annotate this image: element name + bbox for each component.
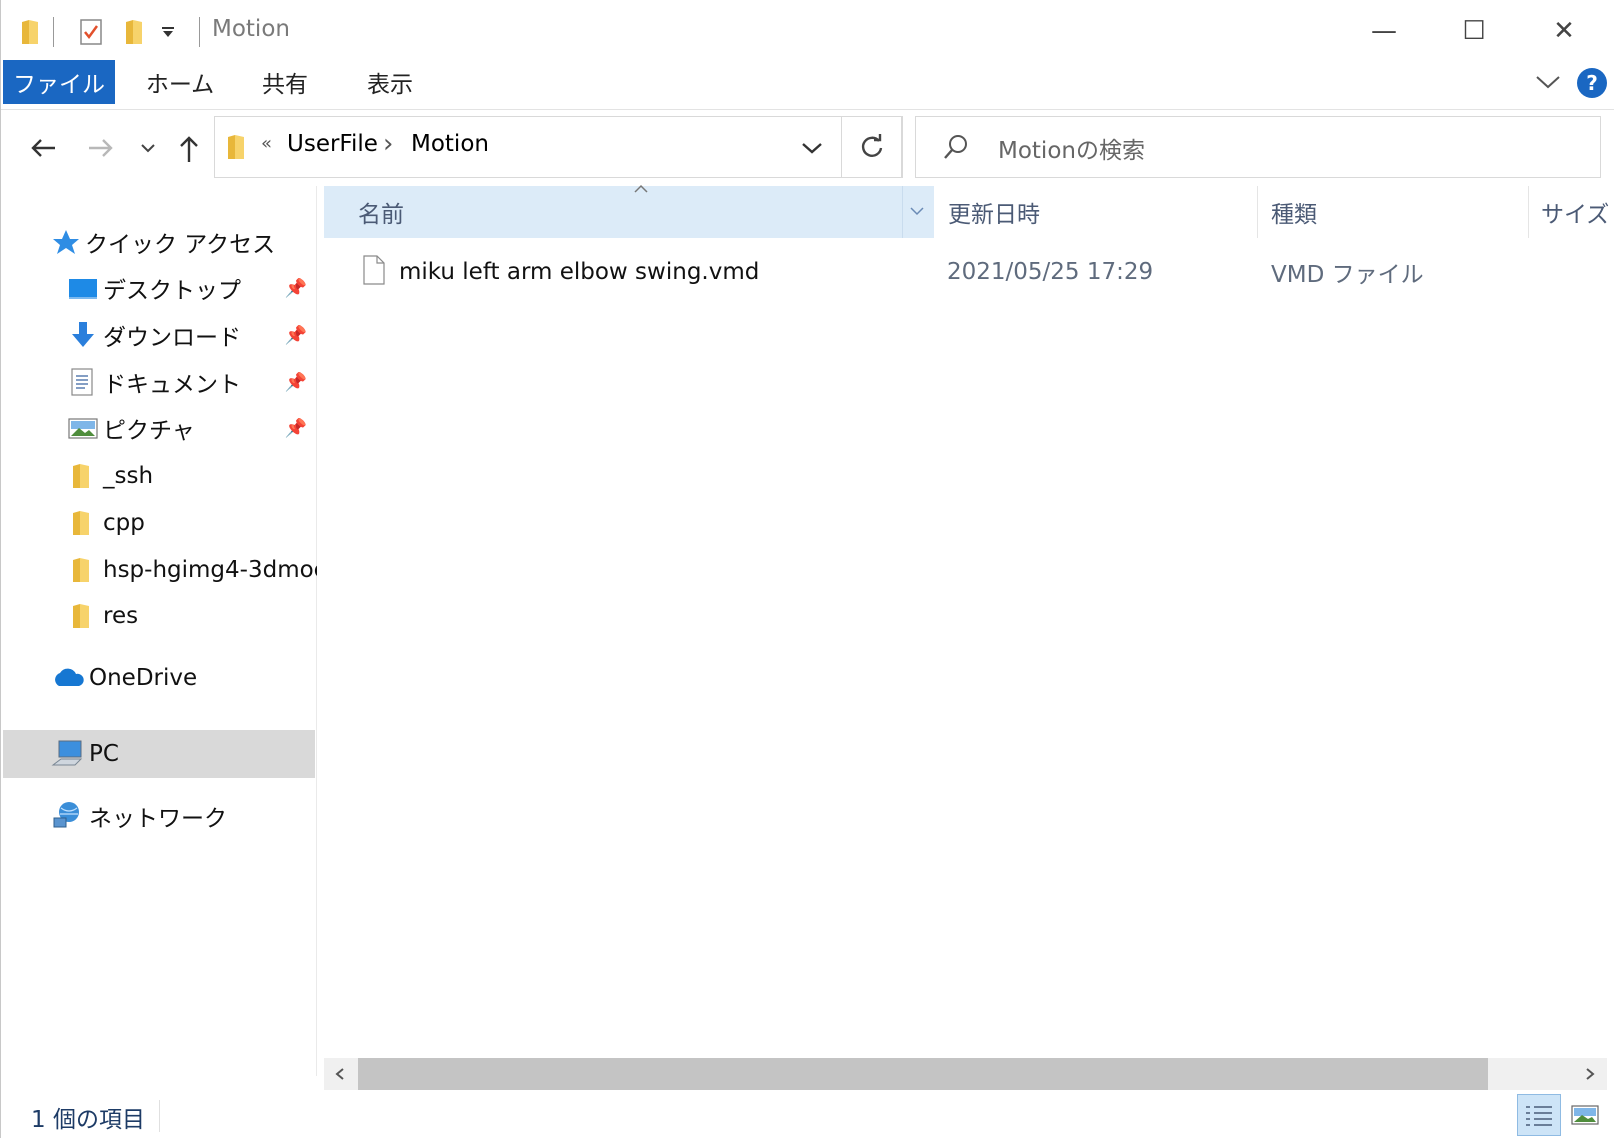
computer-icon [51,740,83,766]
help-icon[interactable]: ? [1577,68,1607,98]
column-name-label: 名前 [358,202,404,228]
sidebar-item-label: hsp-hgimg4-3dmoc [103,557,317,583]
sidebar-item-label: OneDrive [89,665,198,691]
close-button[interactable]: ✕ [1519,6,1609,56]
breadcrumb-motion[interactable]: Motion [411,131,489,157]
sidebar-item-downloads[interactable]: ダウンロード [67,313,241,357]
scrollbar-thumb[interactable] [358,1058,1488,1090]
sort-ascending-icon [634,184,648,193]
up-arrow-icon[interactable] [177,134,201,164]
sidebar-item-label: ダウンロード [103,325,241,351]
folder-icon [73,558,89,582]
star-icon [53,230,79,254]
sidebar-item-documents[interactable]: ドキュメント [67,360,241,404]
sidebar-item-ssh[interactable]: _ssh [67,454,153,498]
window-title: Motion [212,16,290,42]
refresh-icon [861,134,883,157]
sidebar-item-label: ピクチャ [103,418,195,444]
tab-share[interactable]: 共有 [235,60,335,104]
sidebar-item-label: PC [89,741,119,767]
sidebar-item-res[interactable]: res [67,594,138,638]
pin-icon[interactable]: 📌 [284,323,308,347]
sidebar-item-label: ネットワーク [89,806,227,832]
column-modified-header[interactable]: 更新日時 [948,186,1040,238]
folder-icon [73,604,89,628]
breadcrumb-overflow[interactable]: « [261,133,272,154]
desktop-icon [69,279,97,299]
download-arrow-icon [72,322,94,347]
sidebar-item-label: _ssh [103,463,154,489]
file-icon [363,255,385,285]
sidebar-item-cpp[interactable]: cpp [67,501,145,545]
column-size-header[interactable]: サイズ [1541,186,1609,238]
maximize-button[interactable]: ☐ [1429,6,1519,56]
details-view-button[interactable] [1517,1094,1561,1136]
sidebar-item-label: cpp [103,510,145,536]
folder-icon [73,464,89,488]
properties-icon[interactable] [79,18,103,46]
minimize-button[interactable]: — [1339,6,1429,56]
explorer-window: Motion — ☐ ✕ ファイル ホーム 共有 表示 ? « UserFile… [0,0,1614,1138]
folder-icon [228,135,244,159]
pictures-icon [68,418,98,439]
ribbon-tabs: ファイル ホーム 共有 表示 ? [1,60,1614,110]
sidebar-item-network[interactable]: ネットワーク [51,794,227,838]
sidebar-item-label: デスクトップ [103,278,241,304]
sidebar-item-hsp-hgimg4[interactable]: hsp-hgimg4-3dmoc [67,548,317,592]
pin-icon[interactable]: 📌 [284,276,308,300]
sidebar-item-onedrive[interactable]: OneDrive [51,656,197,700]
sidebar-item-pc[interactable]: PC [51,732,119,776]
horizontal-scrollbar[interactable] [324,1058,1607,1090]
sidebar-item-pictures[interactable]: ピクチャ [67,406,195,450]
back-arrow-icon[interactable] [29,136,57,160]
pin-icon[interactable]: 📌 [284,370,308,394]
customize-toolbar-icon[interactable] [161,26,175,38]
sidebar-item-label: ドキュメント [103,372,241,398]
document-icon [71,368,93,396]
details-view-icon [1526,1106,1552,1126]
network-icon [53,802,79,828]
scroll-left-icon[interactable] [334,1067,346,1081]
address-bar[interactable]: « UserFile › Motion [214,116,902,178]
folder-icon [73,511,89,535]
recent-locations-icon[interactable] [140,142,156,154]
scroll-right-icon[interactable] [1584,1067,1596,1081]
title-bar: Motion — ☐ ✕ [1,0,1614,62]
folder-icon[interactable] [19,18,41,46]
sidebar-item-quick-access[interactable]: クイック アクセス [51,220,275,264]
sidebar-item-label: res [103,603,139,629]
search-box[interactable]: Motionの検索 [915,116,1601,178]
search-icon [944,135,967,159]
file-modified: 2021/05/25 17:29 [947,259,1154,285]
tab-home[interactable]: ホーム [125,60,235,104]
column-filter-dropdown-icon[interactable] [909,206,925,216]
sidebar-item-label: クイック アクセス [85,232,276,258]
refresh-button[interactable] [841,116,903,178]
file-type: VMD ファイル [1271,262,1424,288]
cloud-icon [55,668,84,686]
tab-view[interactable]: 表示 [335,60,445,104]
breadcrumb-userfile[interactable]: UserFile [287,131,378,157]
forward-arrow-icon[interactable] [87,136,115,160]
breadcrumb-separator[interactable]: › [383,129,393,159]
item-count: 1 個の項目 [31,1107,145,1133]
selected-highlight [3,730,315,778]
file-name[interactable]: miku left arm elbow swing.vmd [399,250,759,294]
large-icons-view-icon [1571,1105,1599,1125]
column-type-header[interactable]: 種類 [1271,186,1317,238]
tab-file[interactable]: ファイル [3,60,115,104]
ribbon-expand-icon[interactable] [1535,73,1561,91]
name-column-header[interactable] [324,186,934,238]
navigation-pane: クイック アクセス デスクトップ 📌 ダウンロード 📌 ドキュメント 📌 ピクチ… [1,186,317,1076]
pin-icon[interactable]: 📌 [284,416,308,440]
new-folder-icon[interactable] [123,18,145,46]
address-dropdown-icon[interactable] [801,141,823,155]
search-input[interactable]: Motionの検索 [998,131,1145,165]
large-icons-view-button[interactable] [1563,1094,1607,1136]
sidebar-item-desktop[interactable]: デスクトップ [67,266,241,310]
